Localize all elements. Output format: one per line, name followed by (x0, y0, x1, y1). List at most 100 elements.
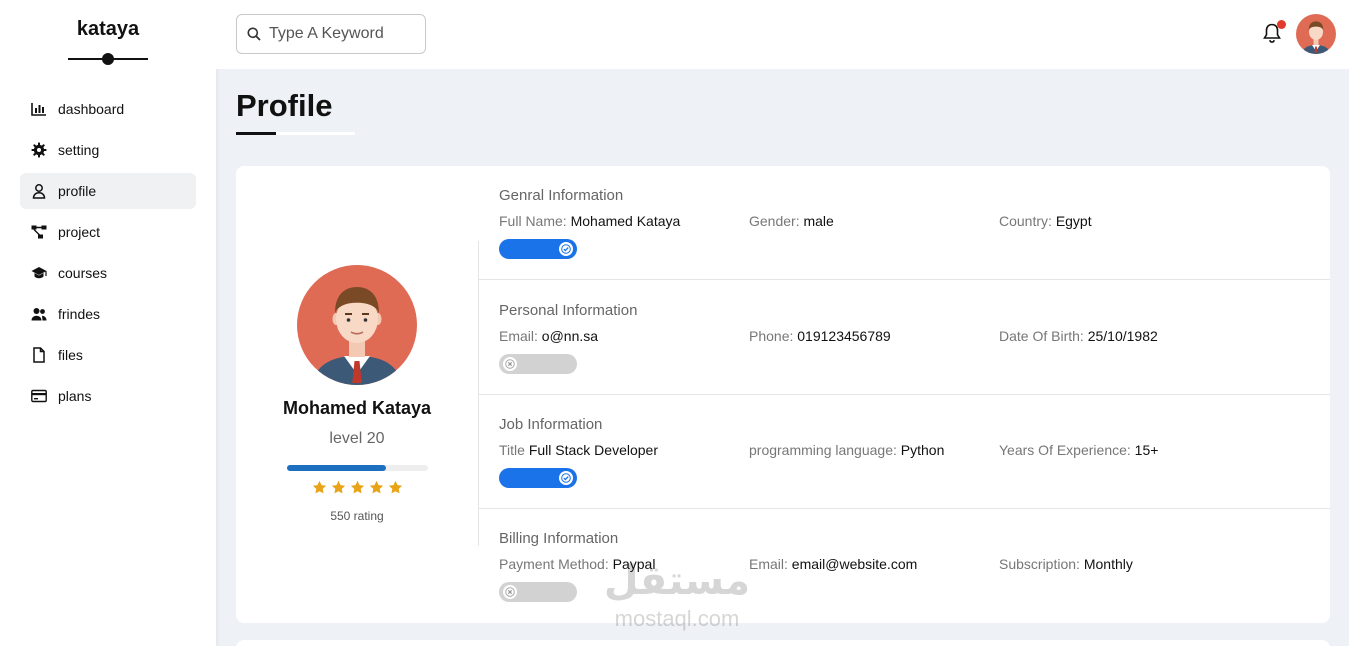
field-label: Country: (999, 213, 1052, 229)
field-value: male (803, 213, 834, 229)
star-icon (369, 480, 383, 494)
avatar (297, 265, 417, 385)
field-country: Country: Egypt (999, 213, 1092, 229)
page-title: Profile (236, 88, 333, 123)
credit-card-icon (31, 389, 47, 403)
field-label: Phone: (749, 328, 794, 344)
section-title: Billing Information (499, 530, 619, 547)
toggle-knob (503, 357, 517, 371)
field-label: Email: (749, 556, 788, 572)
sidebar-item-setting[interactable]: setting (20, 132, 196, 168)
sidebar-item-label: files (58, 347, 83, 363)
field-label: Full Name: (499, 213, 567, 229)
users-icon (31, 308, 47, 321)
field-label: Subscription: (999, 556, 1080, 572)
star-icon (312, 480, 326, 494)
sidebar-item-frindes[interactable]: frindes (20, 296, 196, 332)
check-icon (561, 473, 571, 483)
info-sections: Genral Information Full Name: Mohamed Ka… (479, 166, 1330, 623)
field-subscription: Subscription: Monthly (999, 556, 1133, 572)
field-title: Title Full Stack Developer (499, 442, 658, 458)
sidebar-item-label: dashboard (58, 101, 125, 117)
profile-summary: Mohamed Kataya level 20 550 rating (236, 166, 479, 623)
level-progress-fill (287, 465, 386, 471)
section-title: Genral Information (499, 187, 624, 204)
profile-name: Mohamed Kataya (282, 398, 432, 418)
level-progress-bar (287, 465, 428, 471)
field-value: 25/10/1982 (1087, 328, 1158, 344)
sidebar-item-profile[interactable]: profile (20, 173, 196, 209)
sidebar-item-project[interactable]: project (20, 214, 196, 250)
section-title: Job Information (499, 416, 603, 433)
sidebar-nav: dashboard setting profile project course… (20, 91, 196, 419)
profile-card: Mohamed Kataya level 20 550 rating Genra… (236, 166, 1330, 623)
field-label: Date Of Birth: (999, 328, 1084, 344)
field-years-of-experience: Years Of Experience: 15+ (999, 442, 1158, 458)
title-underline-dark (236, 132, 276, 135)
search-input[interactable] (269, 25, 419, 43)
field-label: Years Of Experience: (999, 442, 1131, 458)
chart-icon (31, 103, 46, 116)
star-icon (350, 480, 364, 494)
sidebar-item-label: plans (58, 388, 92, 404)
field-value: Paypal (612, 556, 656, 572)
file-icon (33, 347, 45, 363)
toggle-knob (503, 585, 517, 599)
visibility-toggle[interactable] (499, 354, 577, 374)
sidebar-item-dashboard[interactable]: dashboard (20, 91, 196, 127)
sidebar-item-plans[interactable]: plans (20, 378, 196, 414)
user-icon (32, 184, 46, 199)
toggle-knob (559, 471, 573, 485)
field-email: Email: o@nn.sa (499, 328, 598, 344)
sidebar: kataya dashboard setting profile project… (0, 0, 216, 646)
field-value: email@website.com (791, 556, 918, 572)
section-title: Personal Information (499, 302, 638, 319)
sidebar-item-label: profile (58, 183, 97, 199)
field-value: o@nn.sa (541, 328, 599, 344)
field-value: Monthly (1083, 556, 1133, 572)
top-header (216, 0, 1349, 69)
visibility-toggle[interactable] (499, 582, 577, 602)
field-phone: Phone: 019123456789 (749, 328, 891, 344)
section-general-information: Genral Information Full Name: Mohamed Ka… (479, 166, 1330, 280)
x-icon (505, 587, 515, 597)
gear-icon (31, 142, 47, 158)
field-value: 15+ (1134, 442, 1159, 458)
sidebar-item-label: project (58, 224, 101, 240)
field-label: programming language: (749, 442, 897, 458)
notification-dot (1277, 20, 1286, 29)
sidebar-item-courses[interactable]: courses (20, 255, 196, 291)
field-programming-language: programming language: Python (749, 442, 944, 458)
diagram-icon (31, 225, 47, 239)
field-value: Full Stack Developer (528, 442, 658, 458)
brand-name[interactable]: kataya (0, 18, 216, 41)
graduation-cap-icon (31, 267, 47, 279)
field-label: Gender: (749, 213, 800, 229)
rating-count: 550 rating (330, 509, 384, 523)
avatar[interactable] (1296, 14, 1336, 54)
field-payment-method: Payment Method: Paypal (499, 556, 655, 572)
section-personal-information: Personal Information Email: o@nn.sa Phon… (479, 281, 1330, 395)
field-billing-email: Email: email@website.com (749, 556, 917, 572)
search-box[interactable] (236, 14, 426, 54)
field-value: Python (900, 442, 945, 458)
field-gender: Gender: male (749, 213, 834, 229)
field-value: Mohamed Kataya (570, 213, 681, 229)
sidebar-item-label: courses (58, 265, 108, 281)
section-job-information: Job Information Title Full Stack Develop… (479, 395, 1330, 509)
section-billing-information: Billing Information Payment Method: Payp… (479, 509, 1330, 623)
toggle-knob (559, 242, 573, 256)
x-icon (505, 359, 515, 369)
sidebar-item-files[interactable]: files (20, 337, 196, 373)
star-icon (331, 480, 345, 494)
field-label: Title (499, 442, 525, 458)
sidebar-item-label: frindes (58, 306, 101, 322)
field-label: Email: (499, 328, 538, 344)
visibility-toggle[interactable] (499, 468, 577, 488)
visibility-toggle[interactable] (499, 239, 577, 259)
next-card-edge (236, 640, 1330, 646)
field-date-of-birth: Date Of Birth: 25/10/1982 (999, 328, 1158, 344)
rating-stars (236, 480, 478, 495)
field-value: 019123456789 (797, 328, 891, 344)
field-label: Payment Method: (499, 556, 609, 572)
